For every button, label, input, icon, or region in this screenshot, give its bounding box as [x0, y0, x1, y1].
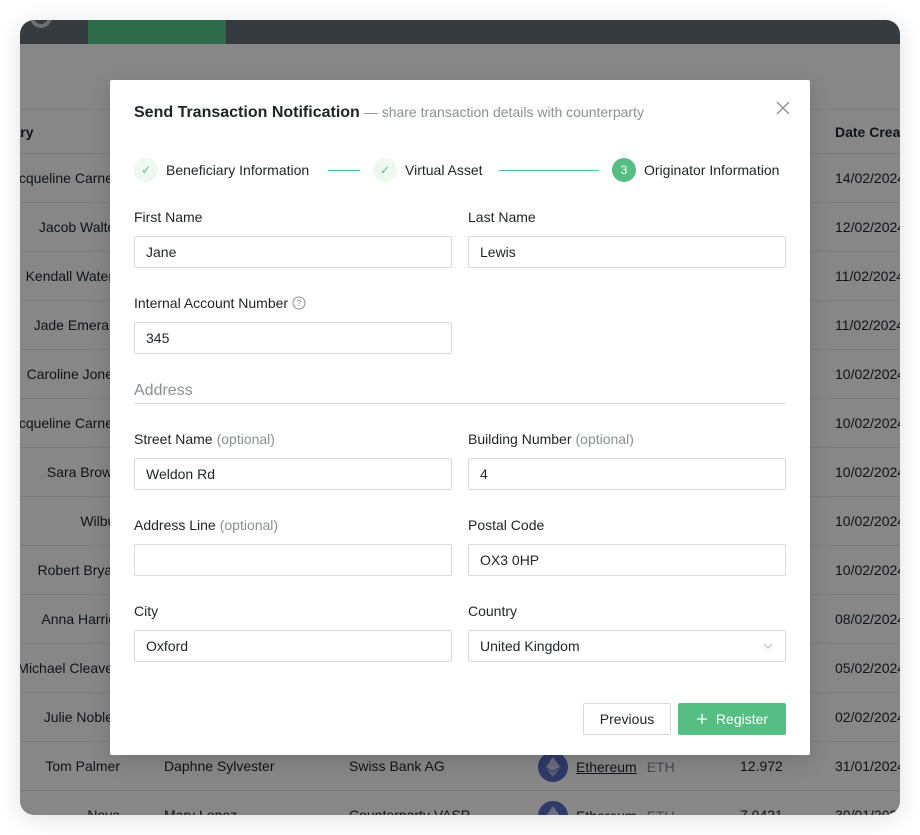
- first-name-label: First Name: [134, 209, 202, 225]
- last-name-label: Last Name: [468, 209, 536, 225]
- account-number-input[interactable]: [134, 322, 452, 354]
- step-2-check-icon: ✓: [373, 158, 397, 182]
- optional-tag: (optional): [216, 431, 275, 447]
- svg-text:?: ?: [297, 299, 302, 308]
- step-3-label: Originator Information: [644, 162, 780, 178]
- street-name-label: Street Name (optional): [134, 431, 275, 447]
- first-name-input[interactable]: [134, 236, 452, 268]
- last-name-input[interactable]: [468, 236, 786, 268]
- plus-icon: [696, 714, 707, 724]
- label-text: Internal Account Number: [134, 295, 289, 311]
- step-2-label: Virtual Asset: [405, 162, 483, 178]
- city-input[interactable]: [134, 630, 452, 662]
- question-circle-icon[interactable]: ?: [292, 296, 306, 310]
- previous-button[interactable]: Previous: [583, 703, 671, 735]
- close-button[interactable]: [774, 99, 792, 117]
- step-connector: [499, 170, 599, 171]
- label-text: City: [134, 603, 159, 619]
- street-name-input[interactable]: [134, 458, 452, 490]
- postal-code-label: Postal Code: [468, 517, 544, 533]
- label-text: Last Name: [468, 209, 536, 225]
- modal-title-text: Send Transaction Notification: [134, 104, 360, 121]
- step-3-number: 3: [612, 158, 636, 182]
- stepper: ✓ Beneficiary Information ✓ Virtual Asse…: [134, 158, 786, 182]
- building-number-label: Building Number (optional): [468, 431, 634, 447]
- step-1-label: Beneficiary Information: [166, 162, 310, 178]
- address-line-input[interactable]: [134, 544, 452, 576]
- modal-title: Send Transaction Notification — share tra…: [134, 104, 644, 122]
- country-select[interactable]: United Kingdom: [468, 630, 786, 662]
- label-text: First Name: [134, 209, 203, 225]
- country-label: Country: [468, 603, 517, 619]
- label-text: Country: [468, 603, 518, 619]
- address-divider: [134, 403, 786, 404]
- address-section-title: Address: [134, 382, 193, 399]
- country-selected-value: United Kingdom: [480, 638, 580, 654]
- label-text: Street Name: [134, 431, 213, 447]
- send-transaction-modal: Send Transaction Notification — share tra…: [110, 80, 810, 755]
- register-button[interactable]: Register: [678, 703, 786, 735]
- register-label: Register: [715, 711, 769, 727]
- optional-tag: (optional): [219, 517, 279, 533]
- logo-icon: [30, 20, 52, 28]
- label-text: Postal Code: [468, 517, 545, 533]
- postal-code-input[interactable]: [468, 544, 786, 576]
- step-connector: [328, 170, 360, 171]
- chevron-down-icon: [763, 643, 773, 649]
- label-text: Building Number: [468, 431, 572, 447]
- label-text: Address Line: [134, 517, 216, 533]
- modal-subtitle: — share transaction details with counter…: [363, 104, 644, 120]
- account-number-label: Internal Account Number ?: [134, 295, 306, 311]
- city-label: City: [134, 603, 158, 619]
- optional-tag: (optional): [575, 431, 634, 447]
- address-line-label: Address Line (optional): [134, 517, 278, 533]
- top-navigation-bar: [20, 20, 900, 44]
- building-number-input[interactable]: [468, 458, 786, 490]
- active-nav-tab[interactable]: [88, 20, 226, 44]
- close-icon: [776, 101, 790, 115]
- step-1-check-icon: ✓: [134, 158, 158, 182]
